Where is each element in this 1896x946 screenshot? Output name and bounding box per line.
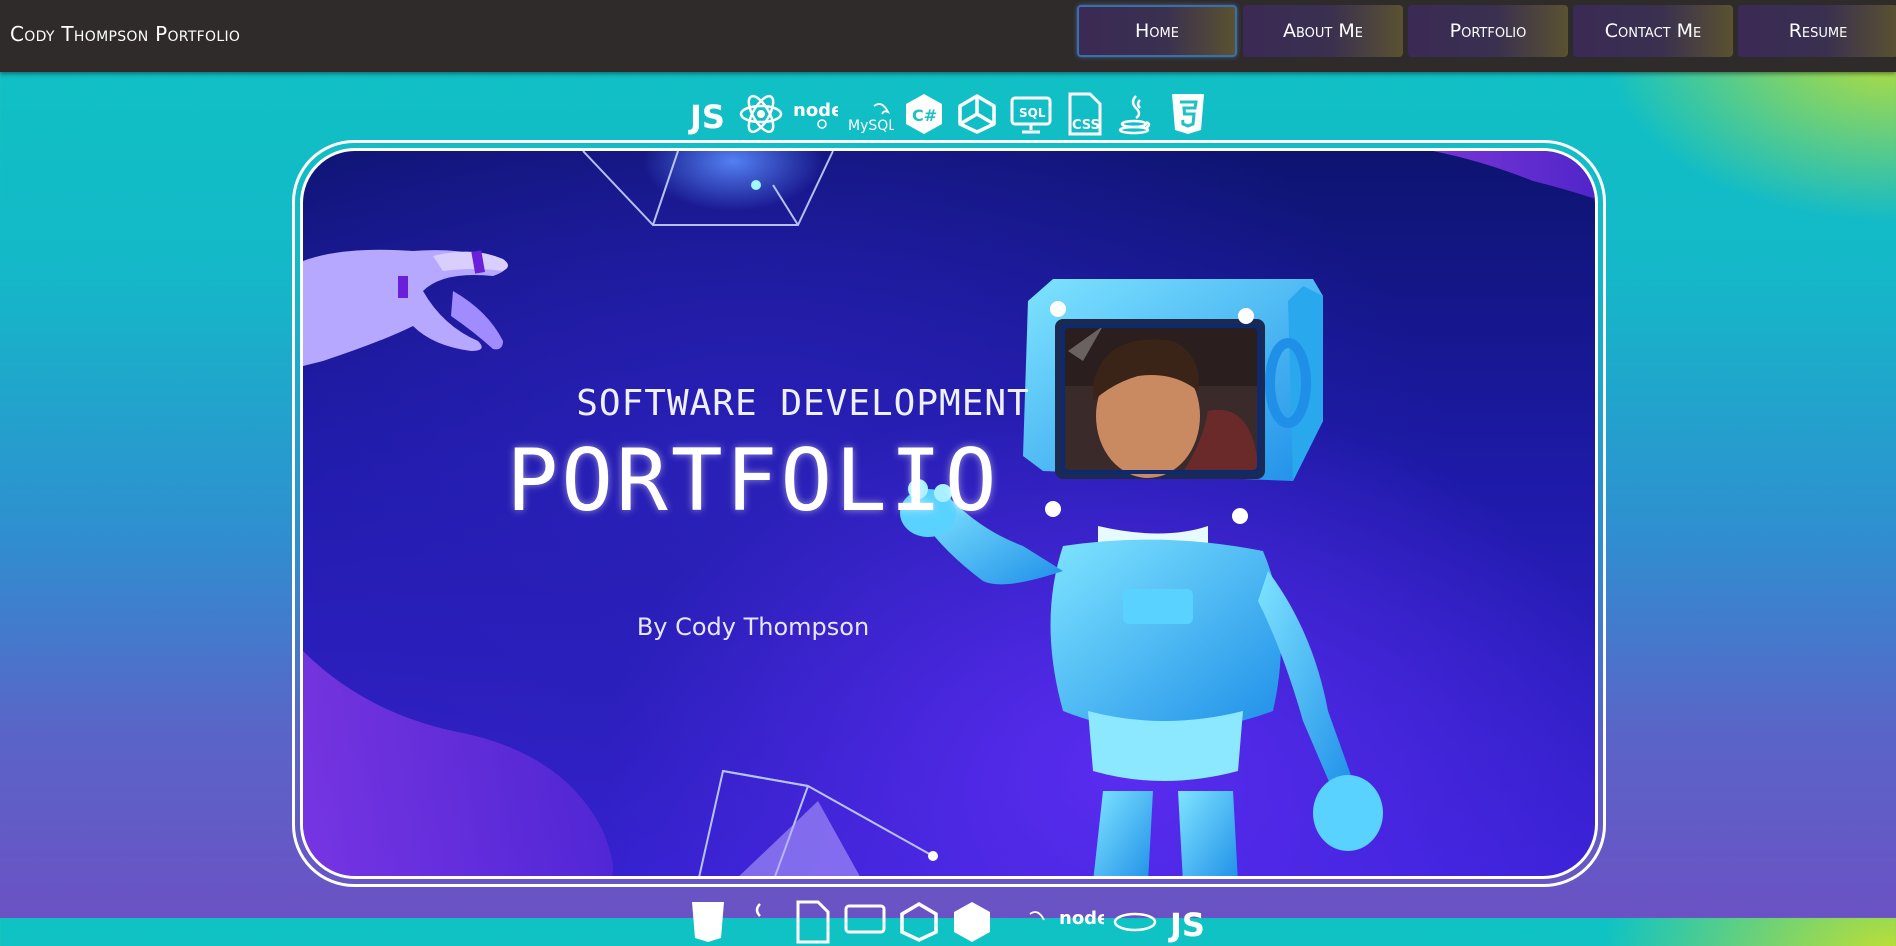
javascript-icon: JS [1168,906,1205,944]
purple-blob-top [1433,151,1595,199]
nav-contact-me-button[interactable]: Contact Me [1573,5,1733,57]
top-navbar: Cody Thompson Portfolio Home About Me Po… [0,0,1896,72]
hero-byline: By Cody Thompson [636,613,870,641]
tech-icon-row-top: JS node MySQL C# SQL CSS [686,90,1210,138]
svg-text:SQL: SQL [1019,106,1046,120]
mysql-icon [1029,911,1045,921]
tech-icon-row-bottom: node JS [686,898,1210,946]
react-icon [1113,912,1157,932]
css-icon: CSS [1068,92,1102,136]
site-title[interactable]: Cody Thompson Portfolio [10,22,240,46]
hero-banner: SOFTWARE DEVELOPMENT PORTFOLIO By Cody T… [300,148,1598,879]
unity-icon [958,94,996,134]
robot-hand-icon [303,249,508,366]
html5-icon [692,902,724,942]
nav-resume-button[interactable]: Resume [1738,5,1896,57]
html5-icon [1172,94,1204,134]
javascript-icon: JS [688,98,725,136]
java-icon [1118,95,1151,135]
svg-text:JS: JS [1168,906,1205,944]
hero-title: PORTFOLIO [506,431,1000,531]
nodejs-icon: node [1059,908,1104,929]
css-icon [796,900,830,944]
nav-about-me-button[interactable]: About Me [1243,5,1403,57]
java-icon [755,903,761,917]
mysql-icon: MySQL [848,103,894,134]
react-icon [739,94,783,134]
nav-portfolio-button[interactable]: Portfolio [1408,5,1568,57]
purple-blob-bottom [303,651,613,876]
svg-text:MySQL: MySQL [848,118,894,134]
nodejs-icon: node [793,100,838,129]
nav-home-button[interactable]: Home [1077,5,1237,57]
unity-icon [900,901,938,942]
svg-text:CSS: CSS [1072,118,1100,133]
sql-icon [844,904,886,934]
profile-photo [1061,324,1261,478]
svg-text:C#: C# [912,106,937,125]
hero-subtitle: SOFTWARE DEVELOPMENT [576,383,1030,424]
svg-text:node: node [793,100,838,121]
top-glow [643,151,823,211]
svg-text:JS: JS [688,98,725,136]
csharp-icon [954,902,990,942]
svg-text:node: node [1059,908,1104,929]
sql-icon: SQL [1010,96,1052,134]
csharp-icon: C# [906,94,942,134]
